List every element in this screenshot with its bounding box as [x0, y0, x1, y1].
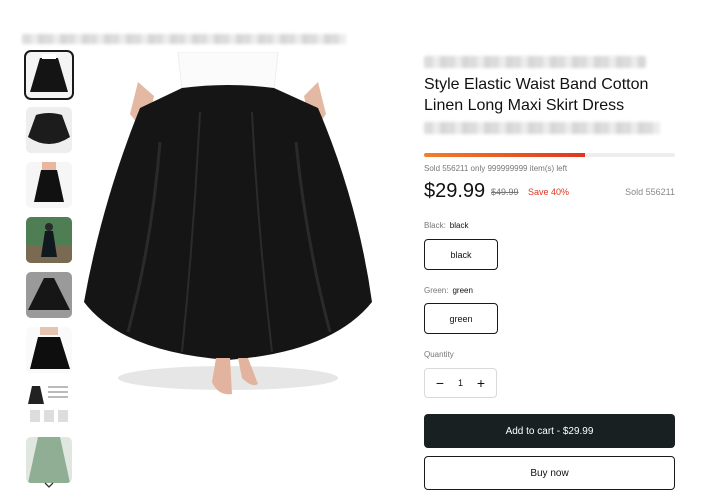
option-label-green: Green: green	[424, 286, 473, 295]
compare-price: $49.99	[491, 187, 519, 197]
option-label-black: Black: black	[424, 221, 469, 230]
thumbnail-size-chart[interactable]	[26, 382, 72, 428]
thumbnail-black-skirt-side[interactable]	[26, 162, 72, 208]
product-price: $29.99	[424, 180, 486, 202]
add-to-cart-button[interactable]: Add to cart - $29.99	[424, 414, 675, 448]
buy-now-button[interactable]: Buy now	[424, 456, 675, 490]
option-button-green[interactable]: green	[424, 303, 498, 334]
stock-left-text: Sold 556211 only 999999999 item(s) left	[424, 164, 568, 173]
blurred-breadcrumb	[22, 34, 346, 44]
save-badge: Save 40%	[528, 187, 570, 197]
thumbnail-black-skirt-flat[interactable]	[26, 107, 72, 153]
stock-progress-fill	[424, 153, 585, 157]
quantity-decrease-button[interactable]: −	[433, 375, 447, 391]
blurred-subtitle	[424, 122, 660, 134]
option-button-black[interactable]: black	[424, 239, 498, 270]
thumbnail-black-skirt-spread[interactable]	[26, 272, 72, 318]
main-product-image	[82, 52, 374, 408]
sold-count: Sold 556211	[625, 187, 675, 197]
thumbnail-green-skirt[interactable]	[26, 437, 72, 483]
price-row: $29.99 $49.99 Save 40% Sold 556211	[424, 180, 675, 204]
blurred-title-line	[424, 56, 646, 68]
quantity-increase-button[interactable]: +	[474, 375, 488, 391]
thumbnail-gallery	[24, 50, 74, 492]
quantity-label: Quantity	[424, 350, 454, 359]
thumbnail-black-skirt-front[interactable]	[24, 50, 74, 100]
thumbnail-model-outdoor[interactable]	[26, 217, 72, 263]
quantity-value: 1	[457, 378, 463, 388]
chevron-down-icon[interactable]	[42, 478, 56, 492]
product-title: Style Elastic Waist Band Cotton Linen Lo…	[424, 76, 649, 114]
thumbnail-black-skirt-layout[interactable]	[26, 327, 72, 373]
quantity-stepper: − 1 +	[424, 368, 497, 398]
stock-progress-bar	[424, 153, 675, 157]
